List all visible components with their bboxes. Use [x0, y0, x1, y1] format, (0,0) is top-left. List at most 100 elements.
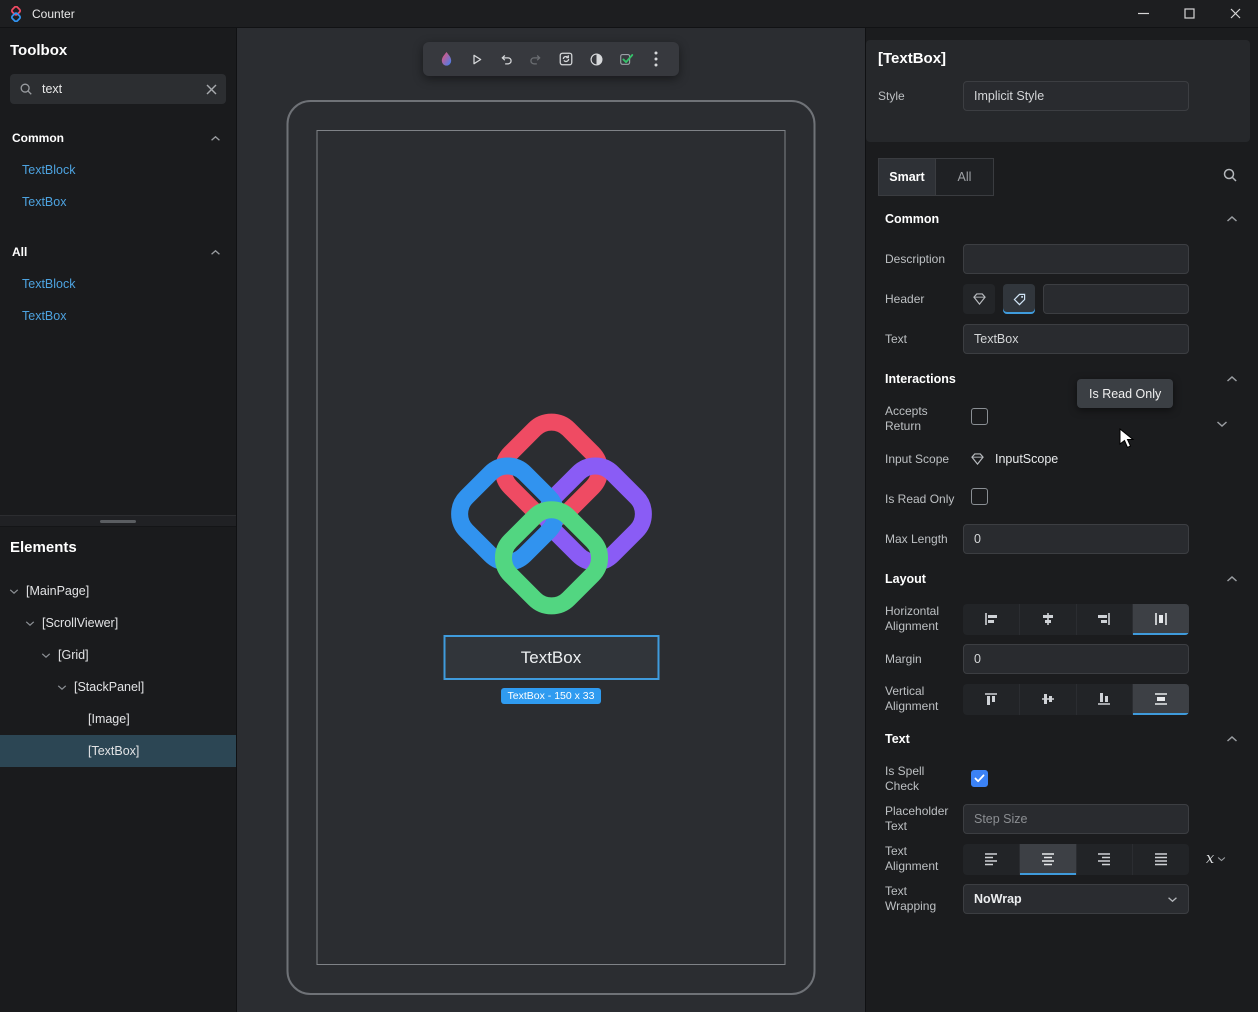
- align-top-button[interactable]: [963, 684, 1020, 715]
- stretch-horizontal-button[interactable]: [1133, 604, 1189, 635]
- align-left-button[interactable]: [963, 604, 1020, 635]
- header-binding-button[interactable]: [963, 284, 995, 314]
- minimize-button[interactable]: [1120, 0, 1166, 27]
- toolbox-item-textblock[interactable]: TextBlock: [0, 154, 236, 186]
- play-button[interactable]: [462, 45, 490, 73]
- style-label: Style: [878, 89, 963, 104]
- panel-splitter[interactable]: [0, 515, 236, 527]
- app-window: Counter Toolbox C: [0, 0, 1258, 1012]
- tree-item-scrollviewer[interactable]: [ScrollViewer]: [0, 607, 236, 639]
- maximize-icon: [1184, 8, 1195, 19]
- text-align-left-button[interactable]: [963, 844, 1020, 875]
- status-check-button[interactable]: [612, 45, 640, 73]
- tree-item-textbox[interactable]: [TextBox]: [0, 735, 236, 767]
- tab-smart[interactable]: Smart: [878, 158, 936, 196]
- tree-item-grid[interactable]: [Grid]: [0, 639, 236, 671]
- align-bottom-button[interactable]: [1077, 684, 1134, 715]
- theme-toggle-button[interactable]: [582, 45, 610, 73]
- margin-input[interactable]: [963, 644, 1189, 674]
- stretch-vertical-button[interactable]: [1133, 684, 1189, 715]
- description-input[interactable]: [963, 244, 1189, 274]
- align-right-button[interactable]: [1077, 604, 1134, 635]
- design-canvas: TextBox TextBox - 150 x 33: [237, 28, 865, 1012]
- maximize-button[interactable]: [1166, 0, 1212, 27]
- is-read-only-checkbox[interactable]: [971, 488, 988, 505]
- properties-panel: [TextBox] Style Smart All Common Descrip: [865, 28, 1258, 1012]
- canvas-textbox-element[interactable]: TextBox: [443, 635, 659, 680]
- is-spell-check-checkbox[interactable]: [971, 770, 988, 787]
- chevron-down-icon[interactable]: [40, 652, 52, 659]
- accepts-return-checkbox[interactable]: [971, 408, 988, 425]
- tag-icon: [1013, 293, 1026, 306]
- toolbox-item-textbox[interactable]: TextBox: [0, 186, 236, 218]
- gem-icon: [973, 293, 986, 305]
- titlebar: Counter: [0, 0, 1258, 28]
- chevron-down-icon[interactable]: [1216, 415, 1228, 433]
- tab-all[interactable]: All: [936, 158, 994, 196]
- gem-icon: [971, 453, 984, 465]
- chevron-up-icon[interactable]: [1226, 372, 1238, 386]
- chevron-down-icon[interactable]: [56, 684, 68, 691]
- tree-item-mainpage[interactable]: [MainPage]: [0, 575, 236, 607]
- search-icon: [19, 82, 33, 96]
- canvas-toolbar: [423, 42, 679, 76]
- text-align-right-button[interactable]: [1077, 844, 1134, 875]
- header-tag-button[interactable]: [1003, 284, 1035, 314]
- align-center-horizontal-button[interactable]: [1020, 604, 1077, 635]
- chevron-up-icon[interactable]: [1226, 212, 1238, 226]
- align-center-vertical-button[interactable]: [1020, 684, 1077, 715]
- text-align-left-icon: [982, 850, 1000, 868]
- chevron-up-icon: [210, 245, 221, 259]
- chevron-up-icon[interactable]: [1226, 572, 1238, 586]
- property-row-text-alignment: Text Alignment x: [866, 839, 1258, 879]
- kebab-menu-icon: [654, 51, 658, 67]
- toolbox-empty-area: [0, 332, 236, 515]
- properties-search-button[interactable]: [1222, 167, 1238, 188]
- hot-reload-button[interactable]: [552, 45, 580, 73]
- redo-button[interactable]: [522, 45, 550, 73]
- header-input[interactable]: [1043, 284, 1189, 314]
- binding-variable-control[interactable]: x: [1206, 851, 1258, 867]
- close-button[interactable]: [1212, 0, 1258, 27]
- clear-search-icon[interactable]: [206, 84, 217, 95]
- max-length-input[interactable]: [963, 524, 1189, 554]
- toolbox-search: [10, 74, 226, 104]
- flame-icon: [439, 51, 454, 68]
- input-scope-value[interactable]: InputScope: [963, 452, 1189, 466]
- chevron-down-icon[interactable]: [8, 588, 20, 595]
- section-interactions[interactable]: Interactions: [866, 359, 1258, 399]
- toolbox-panel: Toolbox Common TextBlock TextBox All Tex…: [0, 28, 236, 515]
- toolbox-section-all[interactable]: All: [0, 236, 236, 268]
- more-options-button[interactable]: [642, 45, 670, 73]
- chevron-down-icon: [1217, 856, 1226, 862]
- tree-item-stackpanel[interactable]: [StackPanel]: [0, 671, 236, 703]
- inspector-tabs: Smart All: [878, 158, 1238, 196]
- style-input[interactable]: [963, 81, 1189, 111]
- section-text[interactable]: Text: [866, 719, 1258, 759]
- property-row-is-read-only: Is Read Only: [866, 479, 1258, 519]
- undo-button[interactable]: [492, 45, 520, 73]
- property-row-header: Header: [866, 279, 1258, 319]
- toolbox-item-textbox[interactable]: TextBox: [0, 300, 236, 332]
- toolbox-section-common[interactable]: Common: [0, 122, 236, 154]
- section-layout[interactable]: Layout: [866, 559, 1258, 599]
- toolbox-item-textblock[interactable]: TextBlock: [0, 268, 236, 300]
- hot-design-flame-button[interactable]: [432, 45, 460, 73]
- search-input[interactable]: [42, 82, 197, 96]
- app-logo: [436, 401, 666, 636]
- property-row-input-scope: Input Scope InputScope: [866, 439, 1258, 479]
- chevron-down-icon[interactable]: [24, 620, 36, 627]
- section-common[interactable]: Common: [866, 199, 1258, 239]
- text-align-center-button[interactable]: [1020, 844, 1077, 875]
- text-align-justify-button[interactable]: [1133, 844, 1189, 875]
- text-wrapping-dropdown[interactable]: NoWrap: [963, 884, 1189, 914]
- device-frame: TextBox TextBox - 150 x 33: [287, 100, 816, 995]
- text-input[interactable]: [963, 324, 1189, 354]
- align-left-icon: [982, 610, 1000, 628]
- tree-item-image[interactable]: [Image]: [0, 703, 236, 735]
- align-top-icon: [982, 690, 1000, 708]
- horizontal-alignment-group: [963, 604, 1189, 635]
- placeholder-text-input[interactable]: [963, 804, 1189, 834]
- chevron-up-icon[interactable]: [1226, 732, 1238, 746]
- selected-element-title: [TextBox]: [878, 50, 1238, 67]
